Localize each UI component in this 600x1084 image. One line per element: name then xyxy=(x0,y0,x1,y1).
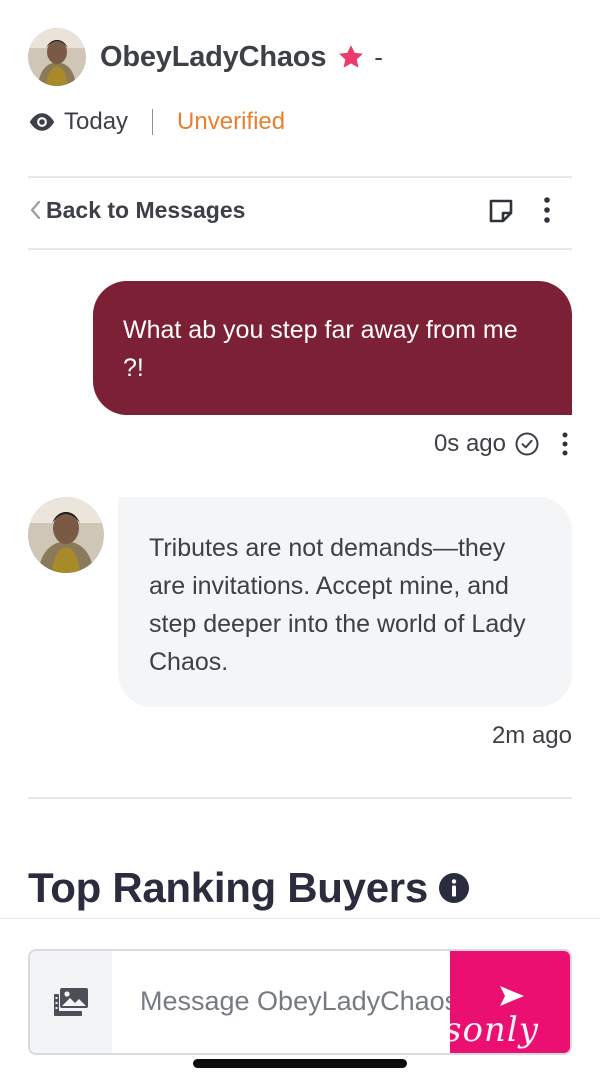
back-label: Back to Messages xyxy=(46,196,246,223)
last-seen: Today xyxy=(64,108,129,135)
profile-header: ObeyLadyChaos - xyxy=(28,28,383,86)
info-icon[interactable] xyxy=(438,872,470,904)
profile-name[interactable]: ObeyLadyChaos xyxy=(100,41,326,74)
back-to-messages-link[interactable]: Back to Messages xyxy=(28,194,245,226)
status-divider xyxy=(152,109,154,135)
message-time: 0s ago xyxy=(433,430,506,457)
verification-status: Unverified xyxy=(177,108,286,135)
ranking-title: Top Ranking Buyers xyxy=(28,864,428,911)
watermark-text: sonly xyxy=(444,1010,539,1050)
more-vertical-icon[interactable] xyxy=(536,196,558,224)
avatar[interactable] xyxy=(28,28,86,86)
sender-avatar[interactable] xyxy=(28,497,104,573)
send-icon xyxy=(500,986,524,1006)
attach-media-button[interactable] xyxy=(30,951,112,1053)
message-more-icon[interactable] xyxy=(558,431,572,457)
name-separator: - xyxy=(374,41,383,72)
header-divider xyxy=(28,176,572,178)
home-indicator[interactable] xyxy=(193,1059,407,1068)
eye-icon xyxy=(29,113,55,131)
star-icon xyxy=(339,45,364,68)
ranking-section-title: Top Ranking Buyers xyxy=(28,860,470,916)
photo-gallery-icon xyxy=(54,988,88,1016)
check-circle-icon xyxy=(515,432,539,456)
outgoing-message-bubble: What ab you step far away from me ?! xyxy=(93,281,572,415)
chevron-left-icon xyxy=(30,200,41,220)
incoming-message-time: 2m ago xyxy=(491,722,572,749)
messages-divider xyxy=(28,797,572,799)
nav-divider xyxy=(28,248,572,250)
profile-status: Today Unverified xyxy=(28,106,285,138)
message-input[interactable] xyxy=(140,981,470,1053)
outgoing-message-meta: 0s ago xyxy=(434,428,572,460)
incoming-message-bubble: Tributes are not demands—they are invita… xyxy=(118,497,572,707)
sticky-note-icon[interactable] xyxy=(486,196,516,226)
